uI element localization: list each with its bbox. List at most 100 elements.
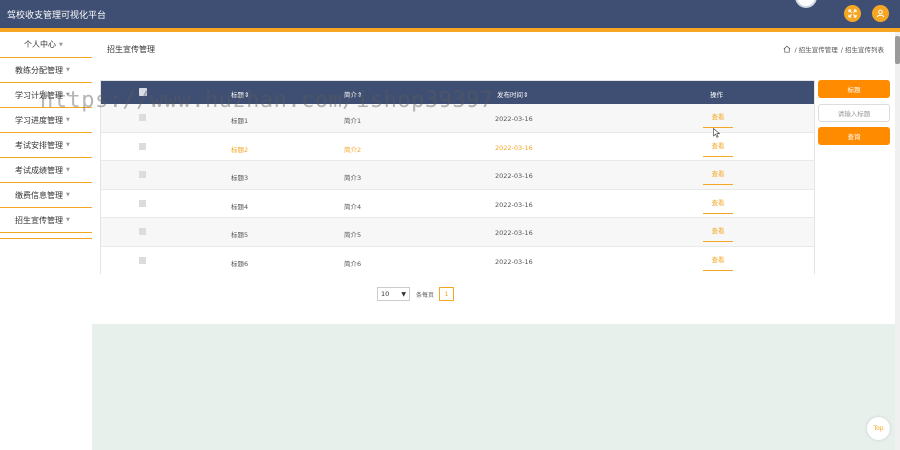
sidebar-item-label: 考试成绩管理: [15, 165, 63, 175]
column-header-action: 操作: [710, 91, 723, 99]
per-page-label: 条每页: [416, 292, 435, 299]
column-header-label: 简介: [344, 91, 357, 99]
title-filter-button[interactable]: 标题: [818, 80, 890, 98]
view-button[interactable]: 查看: [703, 167, 733, 185]
cell-date: 2022-03-16: [495, 257, 533, 266]
sidebar-item-label: 学习计划管理: [15, 90, 63, 100]
sidebar-item-exam-scores[interactable]: 考试成绩管理 ▼: [0, 158, 92, 183]
view-button[interactable]: 查看: [703, 253, 733, 271]
cell-title: 标题2: [231, 145, 249, 154]
sidebar-item-payment-info[interactable]: 缴费信息管理 ▼: [0, 183, 92, 208]
sidebar-item-label: 教练分配管理: [15, 65, 63, 75]
page-number-button[interactable]: 1: [439, 287, 454, 301]
sidebar-item-study-plan[interactable]: 学习计划管理 ▼: [0, 83, 92, 108]
home-icon[interactable]: [783, 45, 791, 53]
sidebar-divider: [0, 233, 92, 239]
breadcrumb-item-current: / 招生宣传列表: [840, 46, 884, 54]
chevron-down-icon: ▼: [66, 142, 70, 148]
cell-title: 标题3: [231, 174, 249, 182]
chevron-down-icon: ▼: [59, 41, 63, 48]
cell-title: 标题6: [231, 259, 249, 268]
cell-date: 2022-03-16: [495, 115, 533, 123]
sidebar-item-study-progress[interactable]: 学习进度管理 ▼: [0, 108, 92, 133]
chevron-down-icon: ▼: [66, 192, 70, 198]
view-button[interactable]: 查看: [703, 110, 733, 128]
data-table: 标题⇕ 简介⇕ 发布时间⇕ 操作 标题1 简介1 2022-03-16 查看 标…: [100, 80, 815, 275]
avatar[interactable]: [795, 0, 817, 8]
table-header: 标题⇕ 简介⇕ 发布时间⇕ 操作: [101, 81, 814, 104]
sort-icon: ⇕: [357, 91, 363, 99]
cell-intro: 简介5: [344, 231, 362, 239]
row-checkbox[interactable]: [139, 256, 146, 264]
row-checkbox[interactable]: [139, 114, 146, 121]
title-search-input[interactable]: 请输入标题: [818, 104, 890, 122]
table-row[interactable]: 标题6 简介6 2022-03-16 查看: [101, 246, 814, 275]
chevron-down-icon: ▼: [66, 117, 70, 123]
sidebar-item-label: 个人中心: [24, 40, 56, 49]
table-row[interactable]: 标题4 简介4 2022-03-16 查看: [101, 189, 814, 218]
page-size-select[interactable]: 10 ▼: [377, 287, 410, 301]
chevron-down-icon: ▼: [66, 67, 70, 73]
sort-icon: ⇕: [244, 91, 250, 99]
view-button[interactable]: 查看: [703, 196, 733, 214]
app-title: 驾校收支管理可视化平台: [7, 11, 107, 21]
back-to-top-button[interactable]: Top: [867, 417, 890, 440]
column-header-title[interactable]: 标题⇕: [231, 89, 249, 99]
breadcrumb-item[interactable]: / 招生宣传管理: [794, 44, 837, 54]
page-title: 招生宣传管理: [107, 45, 155, 54]
top-header: 驾校收支管理可视化平台: [0, 0, 900, 28]
view-button[interactable]: 查看: [703, 224, 733, 242]
cell-intro: 简介2: [344, 145, 362, 154]
cell-intro: 简介4: [344, 202, 362, 211]
sidebar-item-label: 缴费信息管理: [15, 190, 63, 200]
scrollbar-thumb[interactable]: [895, 36, 900, 64]
table-row[interactable]: 标题1 简介1 2022-03-16 查看: [101, 104, 814, 133]
sidebar: 个人中心 ▼ 教练分配管理 ▼ 学习计划管理 ▼ 学习进度管理 ▼ 考试安排管理 ▼ 考试…: [0, 32, 92, 239]
column-header-label: 发布时间: [497, 91, 523, 99]
cell-date: 2022-03-16: [495, 172, 533, 180]
column-header-label: 标题: [231, 91, 244, 99]
sidebar-item-personal-center[interactable]: 个人中心 ▼: [0, 32, 92, 58]
table-row[interactable]: 标题2 简介2 2022-03-16 查看: [101, 132, 814, 161]
fullscreen-button[interactable]: [844, 5, 861, 22]
breadcrumb: / 招生宣传管理 / 招生宣传列表: [783, 44, 884, 54]
cell-intro: 简介1: [344, 117, 362, 125]
sidebar-item-label: 招生宣传管理: [15, 215, 63, 225]
column-header-intro[interactable]: 简介⇕: [344, 89, 362, 99]
user-icon: [876, 9, 885, 18]
cell-date: 2022-03-16: [495, 200, 533, 209]
sidebar-item-exam-schedule[interactable]: 考试安排管理 ▼: [0, 133, 92, 158]
table-row[interactable]: 标题5 简介5 2022-03-16 查看: [101, 218, 814, 247]
sort-icon: ⇕: [523, 91, 529, 99]
row-checkbox[interactable]: [139, 199, 146, 207]
cell-intro: 简介6: [344, 259, 362, 268]
sidebar-item-enrollment-promotion[interactable]: 招生宣传管理 ▼: [0, 208, 92, 233]
cell-date: 2022-03-16: [495, 229, 533, 237]
expand-icon: [848, 9, 857, 18]
search-button[interactable]: 查询: [818, 127, 890, 145]
cell-title: 标题1: [231, 117, 249, 125]
sidebar-item-coach-assignment[interactable]: 教练分配管理 ▼: [0, 58, 92, 83]
cell-title: 标题4: [231, 202, 249, 211]
cell-title: 标题5: [231, 231, 249, 239]
row-checkbox[interactable]: [139, 171, 146, 178]
scrollbar-track[interactable]: [895, 32, 900, 450]
header-accent-bar: [0, 28, 900, 32]
cell-intro: 简介3: [344, 174, 362, 182]
row-checkbox[interactable]: [139, 228, 146, 235]
user-menu-button[interactable]: [872, 5, 889, 22]
table-row[interactable]: 标题3 简介3 2022-03-16 查看: [101, 161, 814, 190]
chevron-down-icon: ▼: [401, 291, 406, 298]
chevron-down-icon: ▼: [66, 217, 70, 223]
view-button[interactable]: 查看: [703, 139, 733, 157]
select-all-checkbox[interactable]: [139, 88, 147, 96]
chevron-down-icon: ▼: [66, 167, 70, 173]
mouse-cursor-icon: [713, 128, 721, 138]
row-checkbox[interactable]: [139, 142, 146, 150]
footer-area: [92, 324, 900, 450]
chevron-down-icon: ▼: [66, 92, 70, 98]
sidebar-item-label: 考试安排管理: [15, 140, 63, 150]
sidebar-item-label: 学习进度管理: [15, 115, 63, 125]
column-header-date[interactable]: 发布时间⇕: [497, 89, 528, 99]
cell-date: 2022-03-16: [495, 143, 533, 152]
